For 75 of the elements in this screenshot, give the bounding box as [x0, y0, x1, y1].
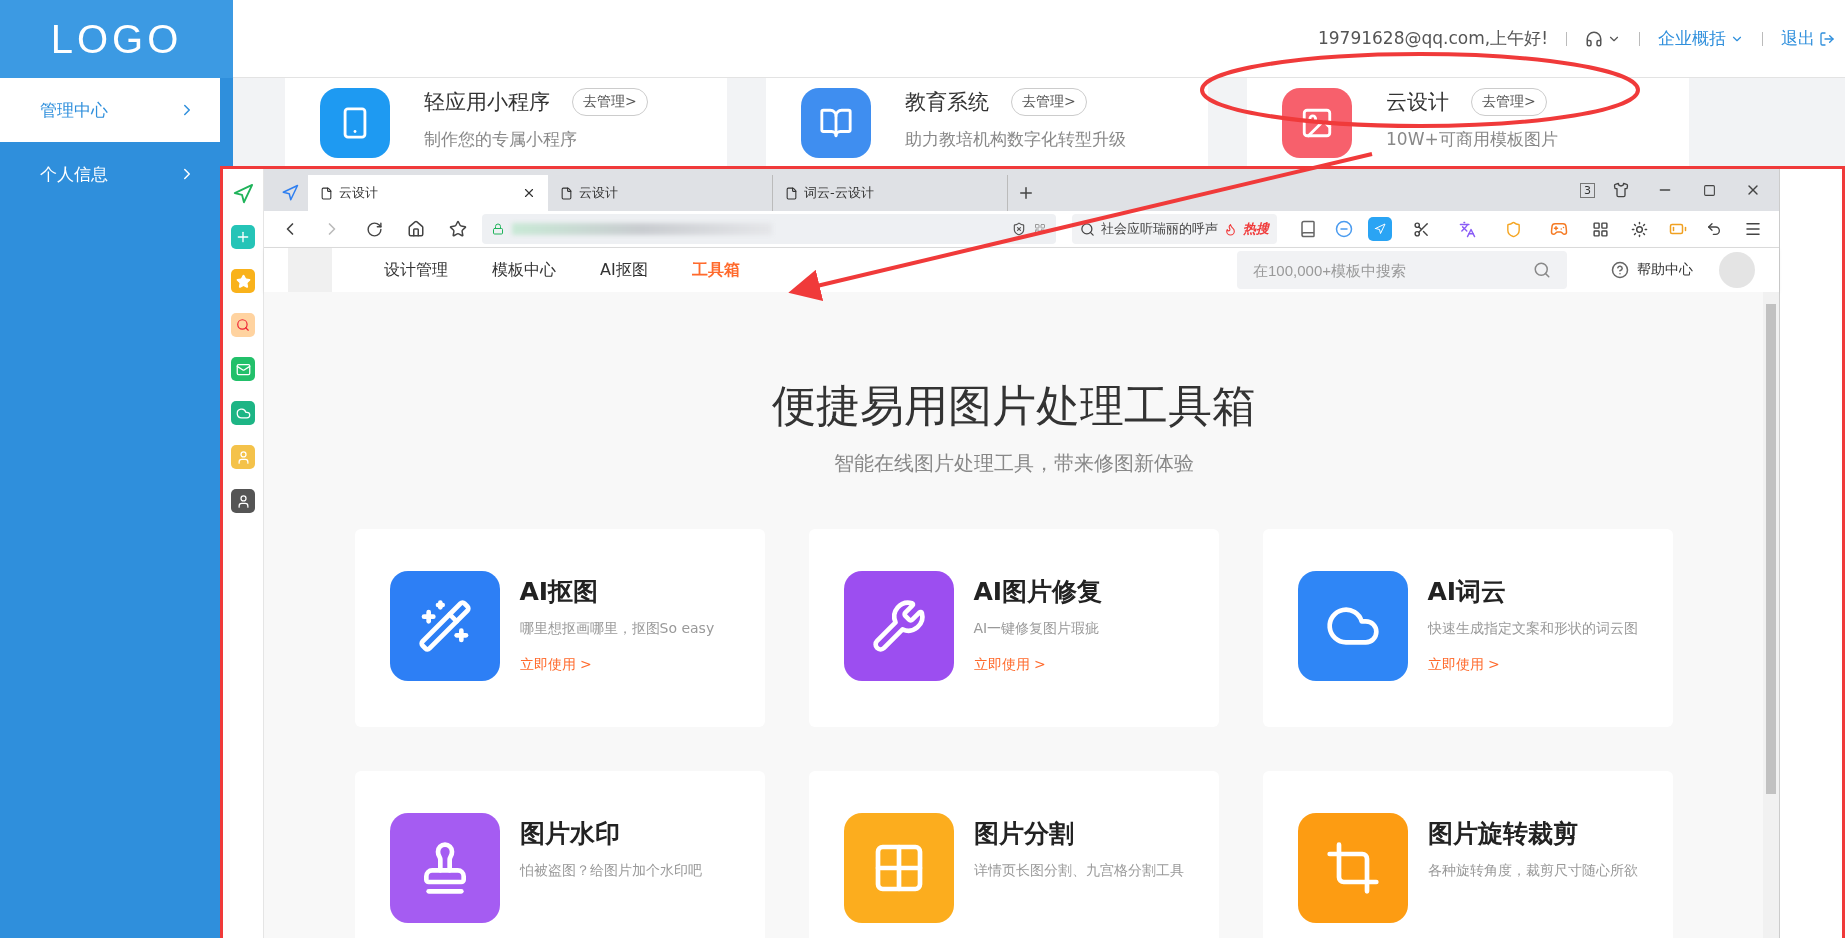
tool-card[interactable]: AI词云 快速生成指定文案和形状的词云图 立即使用 > [1262, 529, 1673, 727]
home-icon[interactable] [407, 220, 425, 238]
gamepad-icon[interactable] [1550, 220, 1568, 238]
product-description: 制作您的专属小程序 [424, 128, 578, 151]
book-icon[interactable] [1299, 220, 1317, 238]
hot-search-tag: 热搜 [1243, 220, 1269, 238]
new-tab-icon[interactable] [1017, 184, 1035, 202]
navigation-icon[interactable] [281, 184, 299, 202]
tool-name: 图片水印 [519, 818, 621, 850]
nav-item[interactable]: 设计管理 [384, 259, 448, 281]
tool-description: 详情页长图分割、九宫格分割工具 [973, 862, 1184, 880]
tool-card[interactable]: AI图片修复 AI一键修复图片瑕疵 立即使用 > [808, 529, 1219, 727]
product-description: 助力教培机构数字化转型升级 [905, 128, 1126, 151]
address-field[interactable] [482, 214, 1056, 244]
menu-icon[interactable] [1744, 220, 1762, 238]
star-app-icon[interactable] [231, 269, 255, 293]
tool-name: 图片分割 [973, 818, 1075, 850]
logout-link[interactable]: 退出 [1781, 27, 1835, 50]
help-icon[interactable] [1611, 261, 1629, 279]
tool-description: AI一键修复图片瑕疵 [973, 620, 1101, 638]
tool-name: AI图片修复 [973, 576, 1103, 608]
tool-name: AI词云 [1427, 576, 1508, 608]
star-icon[interactable] [449, 220, 467, 238]
tool-description: 快速生成指定文案和形状的词云图 [1427, 620, 1638, 638]
scissors-icon[interactable] [1412, 220, 1430, 238]
minus-circle-icon[interactable] [1335, 220, 1353, 238]
product-name: 轻应用小程序 [424, 89, 550, 116]
hot-search-field[interactable]: 社会应听瑞丽的呼声 热搜 [1072, 214, 1277, 244]
scrollbar[interactable] [1763, 292, 1779, 938]
nav-item[interactable]: 模板中心 [492, 259, 556, 281]
maximize-icon[interactable] [1702, 183, 1716, 197]
reload-icon[interactable] [365, 220, 383, 238]
mail-icon[interactable] [231, 357, 255, 381]
tab-count: 3 [1580, 182, 1595, 198]
shirt-icon[interactable] [1613, 182, 1629, 198]
shield-icon[interactable] [1012, 222, 1026, 236]
sidebar-item[interactable]: 管理中心 [0, 78, 220, 142]
product-description: 10W+可商用模板图片 [1386, 128, 1558, 151]
tool-description: 各种旋转角度，裁剪尺寸随心所欲 [1427, 862, 1638, 880]
hot-search-text: 社会应听瑞丽的呼声 [1101, 220, 1218, 238]
page-icon [320, 186, 333, 200]
nav-item[interactable]: AI抠图 [600, 259, 648, 281]
plus-app-icon[interactable] [231, 225, 255, 249]
product-name: 云设计 [1386, 89, 1449, 116]
page-title: 便捷易用图片处理工具箱 [771, 379, 1256, 433]
tool-name: 图片旋转裁剪 [1427, 818, 1579, 850]
help-link[interactable]: 帮助中心 [1637, 261, 1693, 279]
cloud-app-icon[interactable] [231, 401, 255, 425]
lock-icon [492, 223, 504, 235]
tool-card[interactable]: 图片分割 详情页长图分割、九宫格分割工具 [808, 771, 1219, 938]
page-icon [560, 186, 573, 200]
logout-icon [1819, 30, 1835, 47]
page-icon [785, 186, 798, 200]
tool-card[interactable]: AI抠图 哪里想抠画哪里，抠图So easy 立即使用 > [354, 529, 765, 727]
tool-card[interactable]: 图片旋转裁剪 各种旋转角度，裁剪尺寸随心所欲 [1262, 771, 1673, 938]
flame-icon [1224, 222, 1237, 236]
headset-icon[interactable] [1585, 29, 1603, 48]
tool-card[interactable]: 图片水印 怕被盗图？给图片加个水印吧 [354, 771, 765, 938]
tool-description: 怕被盗图？给图片加个水印吧 [519, 862, 702, 880]
sun-icon[interactable] [1630, 220, 1648, 238]
translate-icon[interactable] [1458, 220, 1476, 238]
product-name: 教育系统 [905, 89, 989, 116]
undo-icon[interactable] [1706, 221, 1722, 237]
search-field[interactable]: 在100,000+模板中搜索 [1237, 251, 1567, 289]
grid-icon[interactable] [1591, 220, 1609, 238]
browser-tab[interactable]: 云设计 [308, 175, 548, 211]
logo: LOGO [0, 0, 233, 78]
user-greeting: 19791628@qq.com,上午好! [1317, 27, 1548, 50]
search-icon[interactable] [1533, 261, 1551, 279]
tool-name: AI抠图 [519, 576, 600, 608]
company-overview-menu[interactable]: 企业概括 [1658, 27, 1744, 50]
search-icon [1080, 221, 1095, 237]
page-subtitle: 智能在线图片处理工具，带来修图新体验 [833, 450, 1194, 477]
close-icon[interactable] [522, 186, 536, 200]
tool-description: 哪里想抠画哪里，抠图So easy [519, 620, 715, 638]
